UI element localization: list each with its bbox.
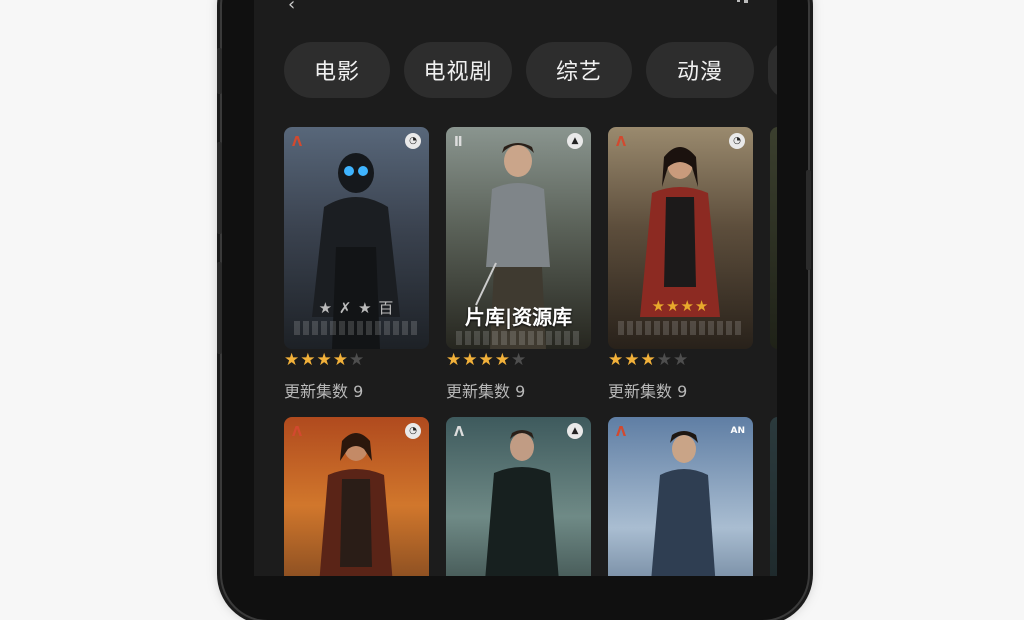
content-card[interactable]: Λ AN bbox=[608, 417, 753, 576]
star-icon: ★ bbox=[510, 350, 528, 370]
category-tabs: 电影 电视剧 综艺 动漫 bbox=[284, 42, 777, 98]
content-row: Λ ◔ Λ ▲ Λ AN bbox=[284, 417, 777, 576]
poster-image[interactable] bbox=[770, 417, 777, 576]
tab-anime[interactable]: 动漫 bbox=[646, 42, 754, 98]
content-card[interactable] bbox=[770, 127, 777, 402]
brand-logo: Λ bbox=[292, 425, 303, 440]
content-card[interactable] bbox=[770, 417, 777, 576]
star-rating: ★★★★★ bbox=[446, 351, 591, 369]
back-arrow-icon[interactable]: ‹ bbox=[288, 0, 295, 15]
poster-image[interactable]: Λ ▲ bbox=[446, 417, 591, 576]
poster-title-art: ★ ✗ ★ 百 bbox=[318, 299, 395, 317]
poster-image[interactable]: Λ ◔ ★★★★ bbox=[608, 127, 753, 349]
poster-credits bbox=[618, 321, 743, 335]
poster-image[interactable]: Λ ◔ bbox=[284, 417, 429, 576]
rating-badge-icon: ◔ bbox=[405, 423, 421, 439]
star-rating: ★★★★★ bbox=[284, 351, 429, 369]
content-card[interactable]: Λ ◔ ★★★★ ★★★★★ 更新集数 9 bbox=[608, 127, 753, 402]
episode-count: 更新集数 9 bbox=[284, 382, 364, 401]
poster-title-art: ★★★★ bbox=[651, 297, 710, 315]
tab-more[interactable] bbox=[768, 42, 777, 98]
side-button bbox=[217, 262, 222, 354]
poster-image[interactable]: Λ AN bbox=[608, 417, 753, 576]
rating-badge-icon: ▲ bbox=[567, 423, 583, 439]
poster-figure bbox=[651, 431, 716, 576]
brand-logo: Λ bbox=[616, 425, 627, 440]
content-row: Λ ◔ ★ ✗ ★ 百 ★★★★★ 更新集数 9 Ⅱ ▲ 片库|资源库 ★★★★… bbox=[284, 127, 777, 402]
star-icon: ★★ bbox=[656, 350, 690, 370]
poster-figure bbox=[485, 430, 559, 576]
volume-down-button bbox=[217, 142, 222, 234]
tab-variety[interactable]: 综艺 bbox=[526, 42, 632, 98]
power-button bbox=[806, 170, 811, 270]
star-icon: ★★★ bbox=[608, 350, 657, 370]
content-card[interactable]: Λ ▲ bbox=[446, 417, 591, 576]
star-rating: ★★★★★ bbox=[608, 351, 753, 369]
tab-movies[interactable]: 电影 bbox=[284, 42, 390, 98]
volume-up-button bbox=[217, 48, 222, 94]
star-icon: ★ bbox=[348, 350, 366, 370]
status-icon bbox=[737, 0, 748, 3]
rating-badge-icon: ▲ bbox=[567, 133, 583, 149]
rating-badge-icon: ◔ bbox=[729, 133, 745, 149]
app-screen: ‹ 电影 电视剧 综艺 动漫 Λ ◔ ★ ✗ ★ 百 ★★★★★ 更新集数 9 … bbox=[254, 0, 777, 576]
episode-count: 更新集数 9 bbox=[446, 382, 526, 401]
rating-badge-icon: ◔ bbox=[405, 133, 421, 149]
star-icon: ★★★★ bbox=[284, 350, 349, 370]
poster-image[interactable] bbox=[770, 127, 777, 349]
poster-figure bbox=[640, 147, 720, 317]
poster-figure bbox=[319, 433, 393, 576]
brand-logo: Λ bbox=[292, 135, 303, 150]
episode-count: 更新集数 9 bbox=[608, 382, 688, 401]
tab-tv-series[interactable]: 电视剧 bbox=[404, 42, 512, 98]
poster-credits bbox=[456, 331, 581, 345]
brand-logo: Ⅱ bbox=[454, 135, 463, 150]
star-icon: ★★★★ bbox=[446, 350, 511, 370]
content-card[interactable]: Λ ◔ bbox=[284, 417, 429, 576]
poster-watermark: 片库|资源库 bbox=[464, 305, 573, 329]
content-card[interactable]: Ⅱ ▲ 片库|资源库 ★★★★★ 更新集数 9 bbox=[446, 127, 591, 402]
content-card[interactable]: Λ ◔ ★ ✗ ★ 百 ★★★★★ 更新集数 9 bbox=[284, 127, 429, 402]
brand-logo: Λ bbox=[616, 135, 627, 150]
brand-badge-icon: AN bbox=[730, 426, 746, 436]
poster-image[interactable]: Ⅱ ▲ 片库|资源库 bbox=[446, 127, 591, 349]
brand-logo: Λ bbox=[454, 425, 465, 440]
poster-credits bbox=[294, 321, 419, 335]
poster-image[interactable]: Λ ◔ ★ ✗ ★ 百 bbox=[284, 127, 429, 349]
